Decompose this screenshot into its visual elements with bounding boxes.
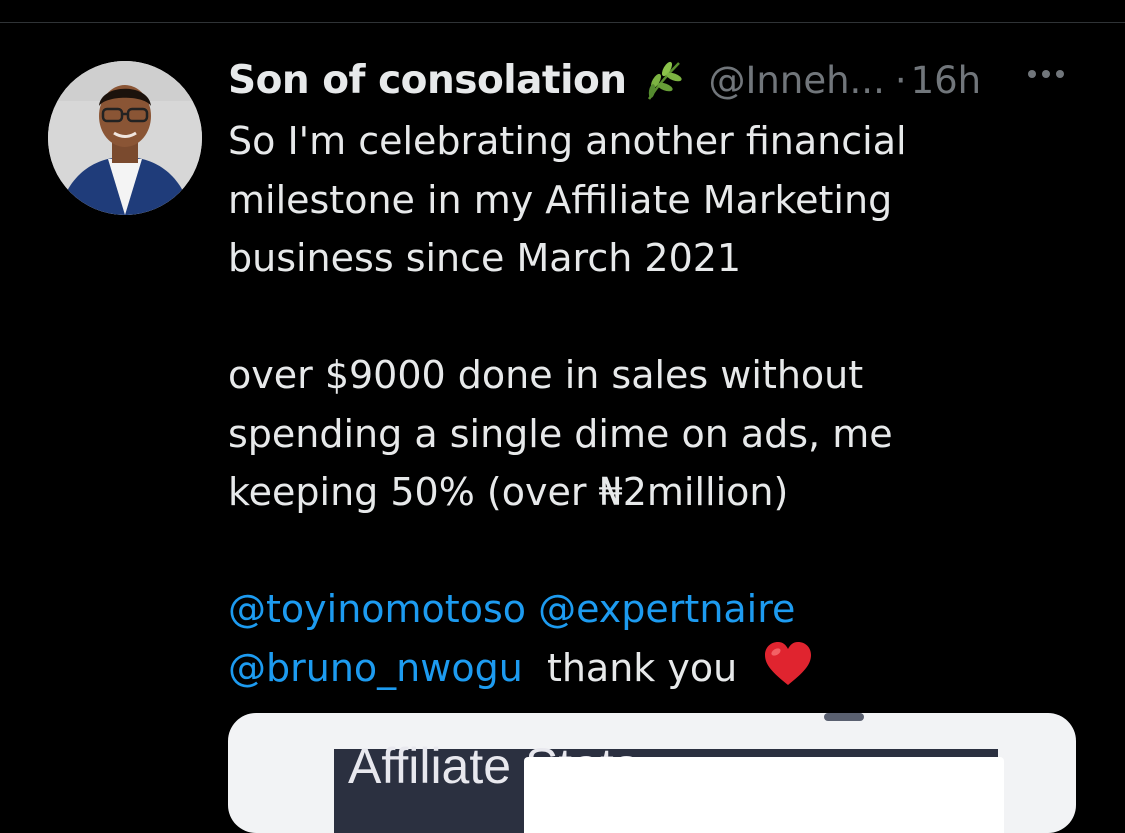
more-icon[interactable] <box>1028 70 1064 78</box>
tweet-line: So I'm celebrating another financial <box>228 119 907 163</box>
media-overlay-panel <box>524 757 1004 833</box>
tweet-line: milestone in my Affiliate Marketing <box>228 177 893 222</box>
avatar[interactable] <box>48 61 202 215</box>
tweet-line: business since March 2021 <box>228 236 742 280</box>
media-image-detail <box>824 713 864 721</box>
mentions-line: @toyinomotoso @expertnaire <box>228 580 1088 639</box>
separator-dot: · <box>894 58 907 102</box>
mentions-line: @bruno_nwogu thank you <box>228 639 1088 698</box>
mention-link[interactable]: @toyinomotoso <box>228 587 526 631</box>
tweet-line: keeping 50% (over ₦2million) <box>228 470 789 514</box>
tweet-header: Son of consolation @Inneh... · 16h <box>228 56 1108 104</box>
mention-link[interactable]: @bruno_nwogu <box>228 646 523 690</box>
red-heart-icon <box>763 641 813 704</box>
tweet-timestamp[interactable]: 16h <box>911 59 982 102</box>
leaf-icon <box>641 57 687 103</box>
top-divider <box>0 22 1125 23</box>
media-attachment[interactable]: Affiliate Stats <box>228 713 1076 833</box>
tweet-text: So I'm celebrating another financial mil… <box>228 112 1088 697</box>
tweet-line: over $9000 done in sales without <box>228 353 864 397</box>
user-handle[interactable]: @Inneh... <box>709 59 885 102</box>
tweet-line: spending a single dime on ads, me <box>228 411 893 456</box>
mention-link[interactable]: @expertnaire <box>538 587 795 631</box>
thanks-text: thank you <box>546 645 738 690</box>
display-name[interactable]: Son of consolation <box>228 58 627 103</box>
